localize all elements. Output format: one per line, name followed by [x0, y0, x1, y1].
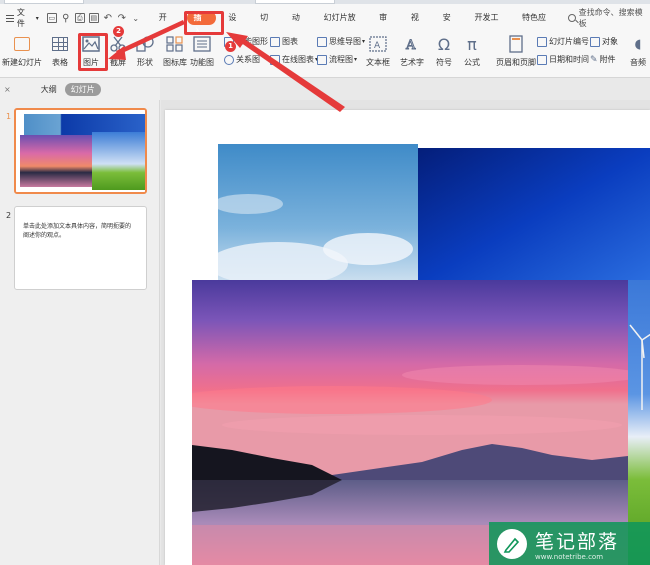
annotation-arrows	[108, 20, 345, 112]
watermark-url: www.notetribe.com	[535, 552, 604, 561]
pen-logo-icon	[497, 528, 527, 559]
watermark-badge: 笔记部落 www.notetribe.com	[489, 522, 650, 565]
watermark-title: 笔记部落	[535, 530, 620, 553]
